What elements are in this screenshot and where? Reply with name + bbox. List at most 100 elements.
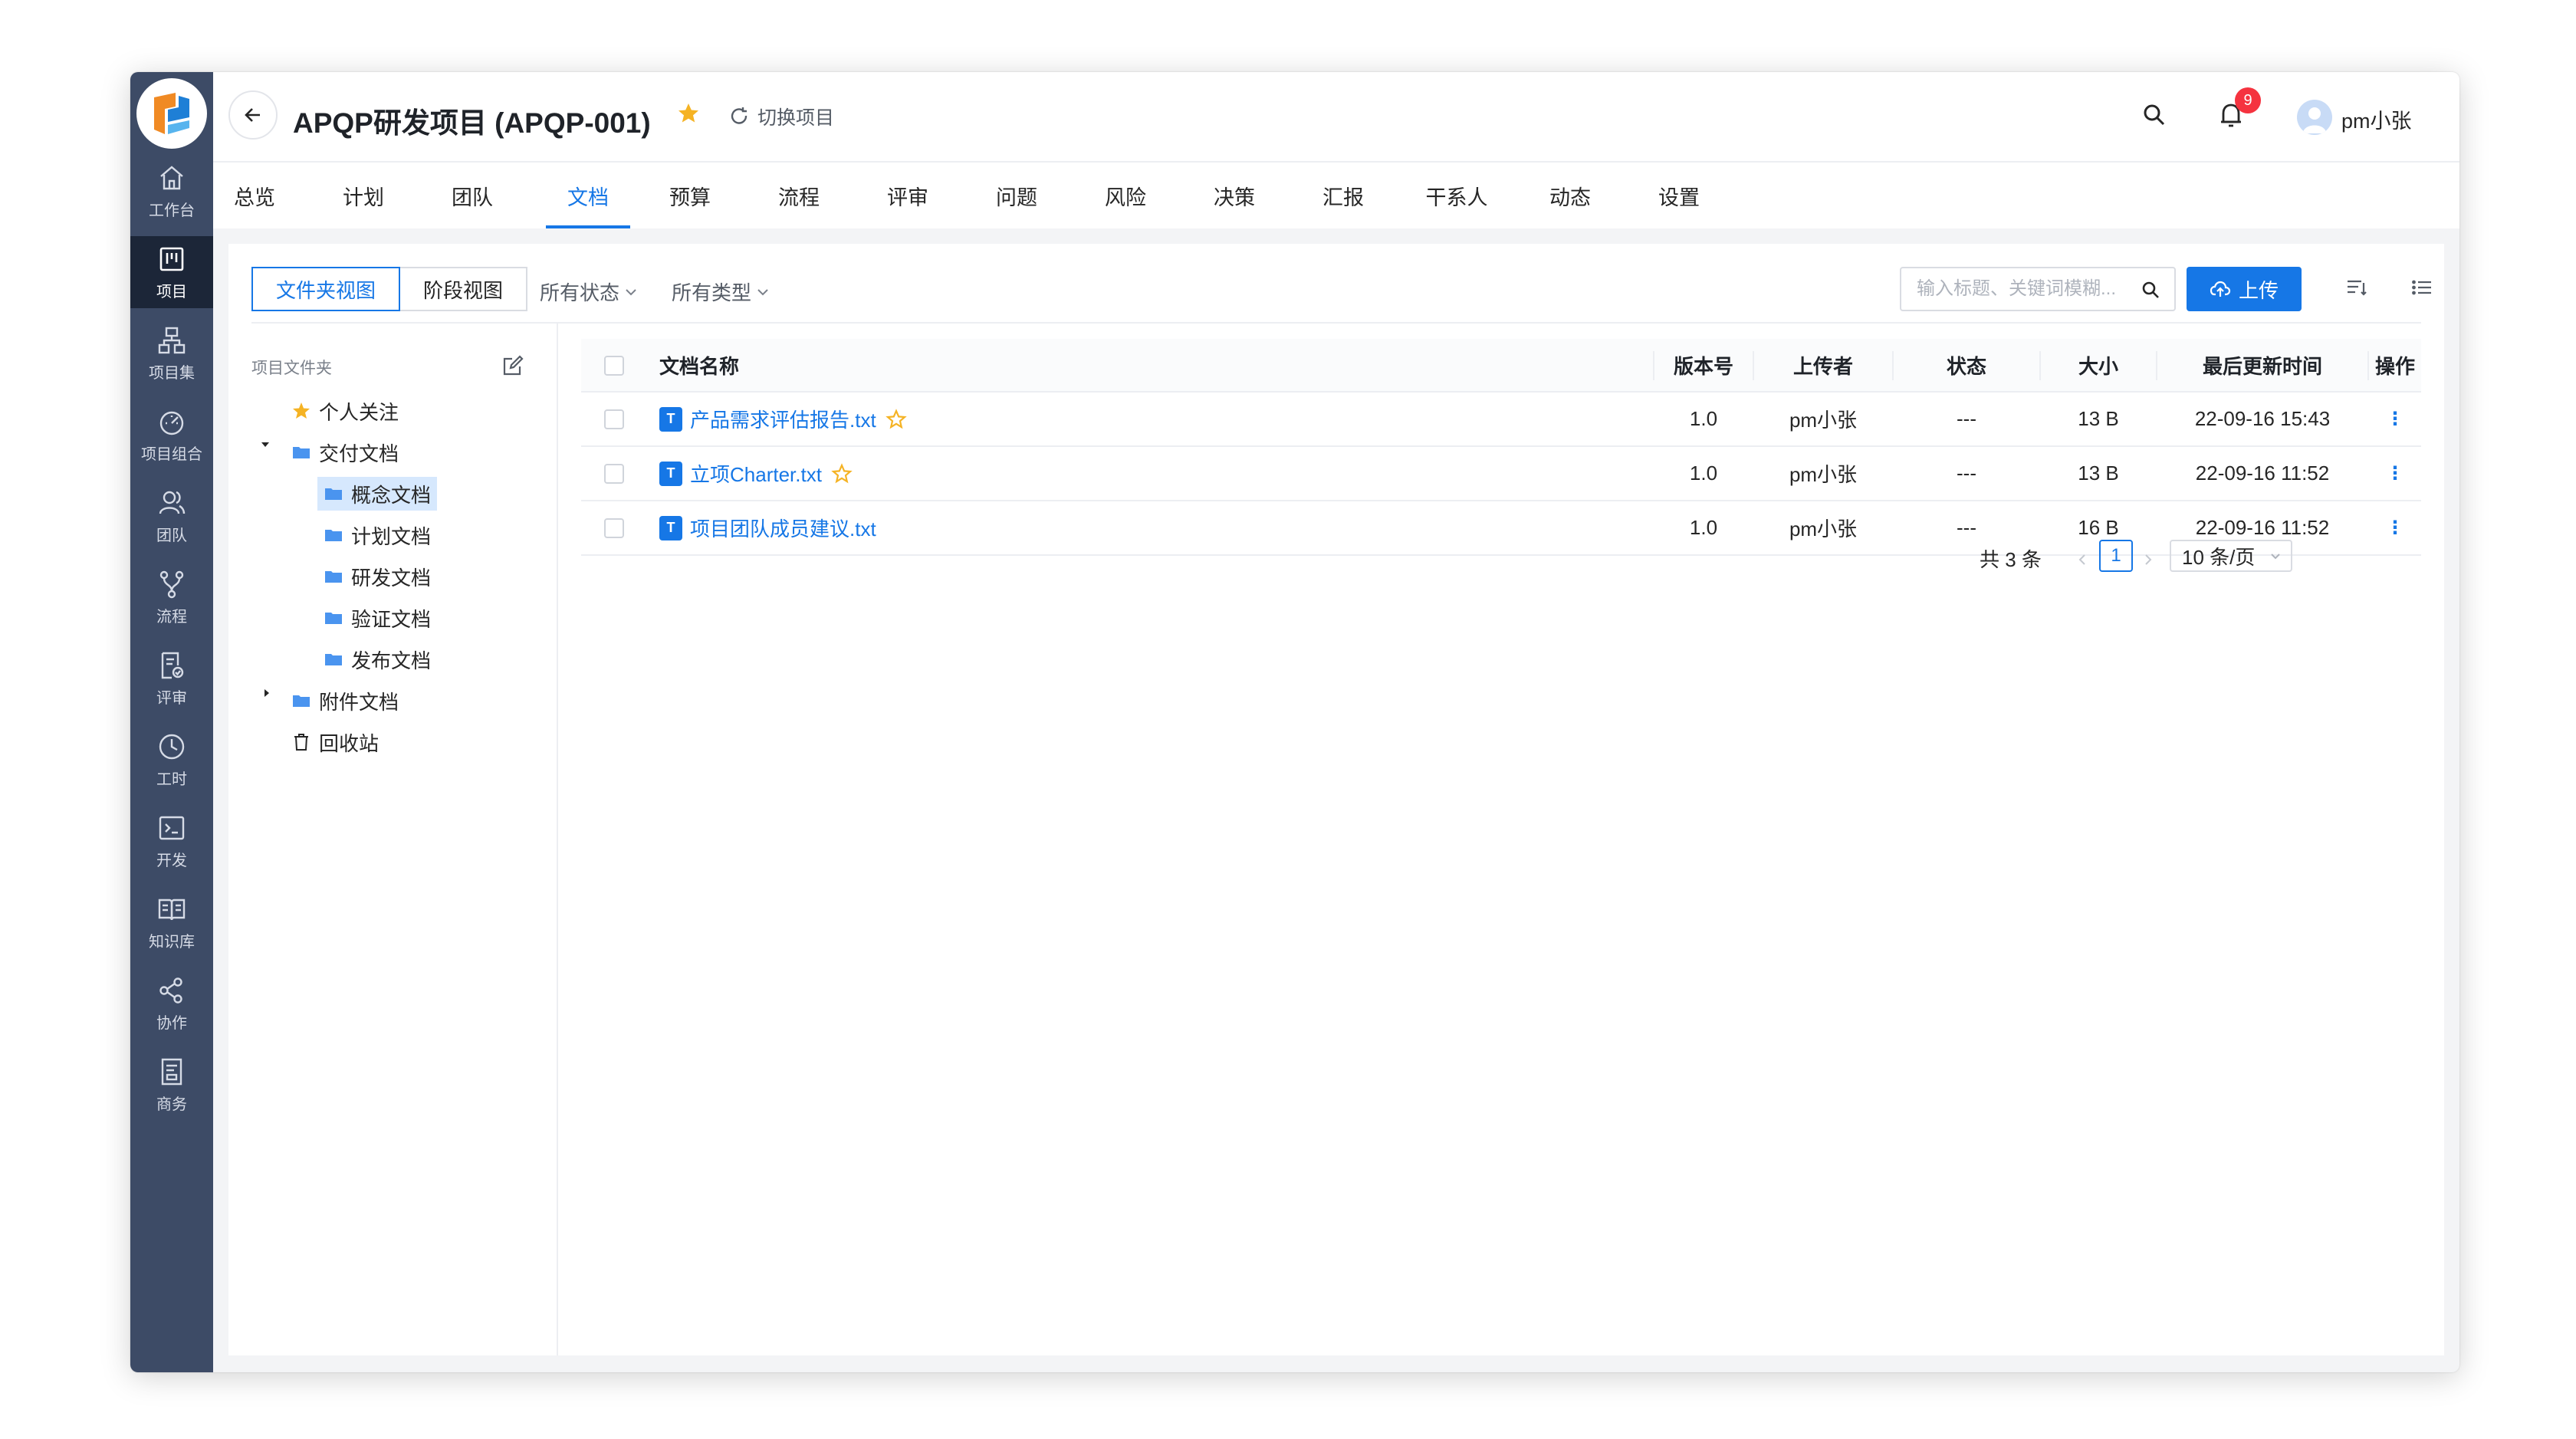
- tab-decisions[interactable]: 决策: [1210, 163, 1259, 228]
- chevron-left-icon[interactable]: [2075, 552, 2090, 567]
- row-checkbox[interactable]: [604, 464, 624, 484]
- table-row[interactable]: T 立项Charter.txt 1.0 pm小张 --- 13 B 22-09-…: [581, 447, 2421, 501]
- select-all-checkbox[interactable]: [604, 356, 624, 376]
- sidebar-item-team[interactable]: 团队: [130, 480, 213, 552]
- col-header-uploader[interactable]: 上传者: [1754, 339, 1892, 391]
- edit-icon[interactable]: [501, 354, 524, 377]
- sidebar-item-portfolio[interactable]: 项目组合: [130, 399, 213, 471]
- col-header-size[interactable]: 大小: [2041, 339, 2156, 391]
- caret-right-icon[interactable]: [261, 687, 273, 699]
- tab-risks[interactable]: 风险: [1101, 163, 1150, 228]
- tree-node-favorites[interactable]: 个人关注: [291, 394, 399, 428]
- list-view-icon[interactable]: [2410, 276, 2433, 299]
- tree-node-plan[interactable]: 计划文档: [324, 518, 431, 552]
- tab-plan[interactable]: 计划: [339, 163, 388, 228]
- tree-node-verification[interactable]: 验证文档: [324, 601, 431, 635]
- tree-node-recycle-bin[interactable]: 回收站: [291, 725, 379, 759]
- search-icon[interactable]: [2141, 101, 2168, 129]
- upload-button[interactable]: 上传: [2187, 267, 2302, 311]
- sidebar-item-process[interactable]: 流程: [130, 561, 213, 633]
- page-size-select[interactable]: 10 条/页: [2170, 540, 2292, 572]
- avatar[interactable]: [2297, 100, 2332, 135]
- table-row[interactable]: T 产品需求评估报告.txt 1.0 pm小张 --- 13 B 22-09-1…: [581, 393, 2421, 447]
- back-button[interactable]: [228, 90, 278, 140]
- more-actions-button[interactable]: ⋮: [2369, 447, 2421, 500]
- page-1-button[interactable]: 1: [2099, 540, 2133, 572]
- col-header-version[interactable]: 版本号: [1654, 339, 1753, 391]
- search-icon[interactable]: [2141, 280, 2160, 300]
- chevron-down-icon: [757, 288, 768, 295]
- tab-settings[interactable]: 设置: [1654, 163, 1704, 228]
- user-name[interactable]: pm小张: [2341, 104, 2412, 134]
- sidebar-item-timesheet[interactable]: 工时: [130, 724, 213, 796]
- tab-issues[interactable]: 问题: [992, 163, 1041, 228]
- tree-node-label: 个人关注: [319, 400, 399, 424]
- document-search: [1900, 267, 2176, 311]
- chevron-right-icon[interactable]: [2141, 552, 2156, 567]
- more-actions-button[interactable]: ⋮: [2369, 393, 2421, 445]
- tab-process[interactable]: 流程: [774, 163, 823, 228]
- folder-icon: [325, 613, 342, 624]
- file-name-link[interactable]: 立项Charter.txt: [690, 459, 822, 488]
- sidebar-item-workbench[interactable]: 工作台: [130, 155, 213, 227]
- sort-icon[interactable]: [2344, 276, 2367, 299]
- tab-overview[interactable]: 总览: [230, 163, 279, 228]
- chevron-down-icon: [2271, 554, 2280, 560]
- tree-node-rnd[interactable]: 研发文档: [324, 560, 431, 593]
- share-icon: [159, 977, 182, 1004]
- col-header-updated[interactable]: 最后更新时间: [2157, 339, 2367, 391]
- tree-node-deliverables[interactable]: 交付文档: [291, 435, 399, 469]
- arrow-left-icon: [245, 108, 260, 122]
- invoice-icon: [161, 1058, 182, 1085]
- star-outline-icon[interactable]: [831, 462, 853, 485]
- table-row[interactable]: T 项目团队成员建议.txt 1.0 pm小张 --- 16 B 22-09-1…: [581, 501, 2421, 556]
- view-switch: 文件夹视图 阶段视图: [251, 267, 528, 311]
- sidebar-item-business[interactable]: 商务: [130, 1049, 213, 1121]
- upload-label: 上传: [2238, 278, 2279, 302]
- app-logo[interactable]: [136, 78, 207, 149]
- tab-stakeholders[interactable]: 干系人: [1418, 163, 1495, 228]
- col-header-status[interactable]: 状态: [1894, 339, 2039, 391]
- stage-view-button[interactable]: 阶段视图: [400, 267, 528, 311]
- sidebar-item-knowledge[interactable]: 知识库: [130, 886, 213, 958]
- sidebar-item-project[interactable]: 项目: [130, 236, 213, 308]
- tab-documents[interactable]: 文档: [546, 163, 630, 228]
- sidebar-item-dev[interactable]: 开发: [130, 805, 213, 877]
- type-filter[interactable]: 所有类型: [672, 278, 770, 306]
- tree-node-release[interactable]: 发布文档: [324, 642, 431, 676]
- sidebar-item-collab[interactable]: 协作: [130, 968, 213, 1040]
- tree-node-concept[interactable]: 概念文档: [317, 477, 438, 511]
- document-search-input[interactable]: [1917, 278, 2131, 300]
- row-checkbox[interactable]: [604, 409, 624, 429]
- more-actions-button[interactable]: ⋮: [2369, 501, 2421, 554]
- sidebar-item-review[interactable]: 评审: [130, 642, 213, 715]
- folder-view-button[interactable]: 文件夹视图: [251, 267, 401, 311]
- tree-node-attachments[interactable]: 附件文档: [291, 684, 399, 718]
- status-filter[interactable]: 所有状态: [540, 278, 638, 306]
- file-name-link[interactable]: 产品需求评估报告.txt: [690, 405, 876, 433]
- tab-activity[interactable]: 动态: [1546, 163, 1595, 228]
- star-outline-icon[interactable]: [885, 408, 907, 430]
- sidebar-item-label: 工时: [156, 770, 187, 788]
- switch-project-button[interactable]: 切换项目: [728, 103, 834, 130]
- text-file-icon: T: [659, 515, 682, 540]
- sidebar-item-label: 项目: [156, 283, 187, 301]
- version-cell: 1.0: [1689, 462, 1718, 485]
- star-icon[interactable]: [676, 101, 701, 126]
- status-cell: ---: [1957, 462, 1976, 485]
- sidebar-item-label: 项目组合: [141, 445, 202, 463]
- caret-down-icon[interactable]: [259, 439, 271, 451]
- row-checkbox[interactable]: [604, 518, 624, 538]
- size-cell: 13 B: [2078, 407, 2119, 430]
- project-tabs: 总览 计划 团队 文档 预算 流程 评审 问题 风险 决策 汇报 干系人 动态 …: [213, 163, 2459, 228]
- kanban-icon: [159, 247, 184, 271]
- cloud-upload-icon: [2210, 281, 2231, 297]
- sidebar-item-program[interactable]: 项目集: [130, 317, 213, 389]
- tab-budget[interactable]: 预算: [665, 163, 715, 228]
- file-name-link[interactable]: 项目团队成员建议.txt: [690, 514, 876, 542]
- tree-node-label: 验证文档: [351, 607, 432, 631]
- col-header-name[interactable]: 文档名称: [659, 339, 739, 391]
- tab-review[interactable]: 评审: [883, 163, 932, 228]
- tab-team[interactable]: 团队: [448, 163, 497, 228]
- tab-reports[interactable]: 汇报: [1319, 163, 1368, 228]
